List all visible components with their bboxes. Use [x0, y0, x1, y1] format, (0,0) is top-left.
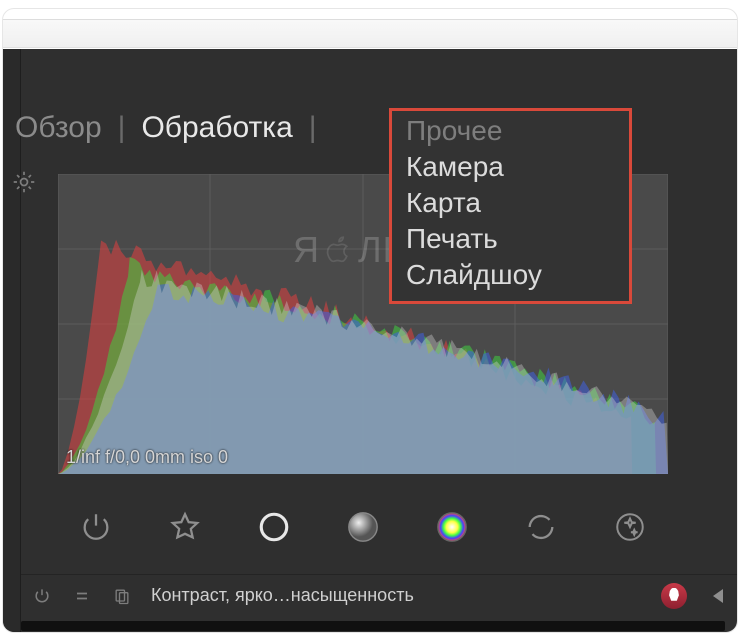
exposure-icon[interactable] — [254, 507, 294, 547]
power-icon[interactable] — [76, 507, 116, 547]
dropdown-item-print[interactable]: Печать — [392, 221, 629, 257]
effects-icon[interactable] — [610, 507, 650, 547]
star-icon[interactable] — [165, 507, 205, 547]
outer-frame: Обзор | Обработка | — [2, 8, 738, 633]
tool-row — [58, 499, 668, 555]
dropdown-item-map[interactable]: Карта — [392, 185, 629, 221]
other-dropdown: Прочее Камера Карта Печать Слайдшоу — [389, 108, 632, 304]
mode-tabs: Обзор | Обработка | — [15, 111, 317, 145]
footer-bar — [21, 621, 725, 631]
equals-icon[interactable] — [71, 585, 93, 607]
hand-tool-icon[interactable] — [661, 583, 687, 609]
dropdown-header[interactable]: Прочее — [392, 113, 629, 149]
power-small-icon[interactable] — [31, 585, 53, 607]
refresh-icon[interactable] — [521, 507, 561, 547]
adjustment-bar: Контраст, ярко…насыщенность — [21, 574, 737, 616]
window-titlebar — [3, 20, 737, 48]
dropdown-item-slideshow[interactable]: Слайдшоу — [392, 257, 629, 293]
gear-icon[interactable] — [11, 169, 37, 200]
app-dark-area: Обзор | Обработка | — [3, 49, 737, 633]
collapse-left-icon[interactable] — [713, 589, 723, 603]
adjustment-title: Контраст, ярко…насыщенность — [151, 585, 414, 606]
copy-icon[interactable] — [111, 585, 133, 607]
tab-separator: | — [118, 111, 126, 145]
tab-separator: | — [309, 111, 317, 145]
exposure-info-label: 1/inf f/0,0 0mm iso 0 — [66, 447, 228, 468]
tab-overview[interactable]: Обзор — [15, 111, 102, 145]
dropdown-item-camera[interactable]: Камера — [392, 149, 629, 185]
color-icon[interactable] — [432, 507, 472, 547]
window-region: Обзор | Обработка | — [3, 19, 737, 633]
tone-icon[interactable] — [343, 507, 383, 547]
tab-processing[interactable]: Обработка — [141, 111, 292, 145]
